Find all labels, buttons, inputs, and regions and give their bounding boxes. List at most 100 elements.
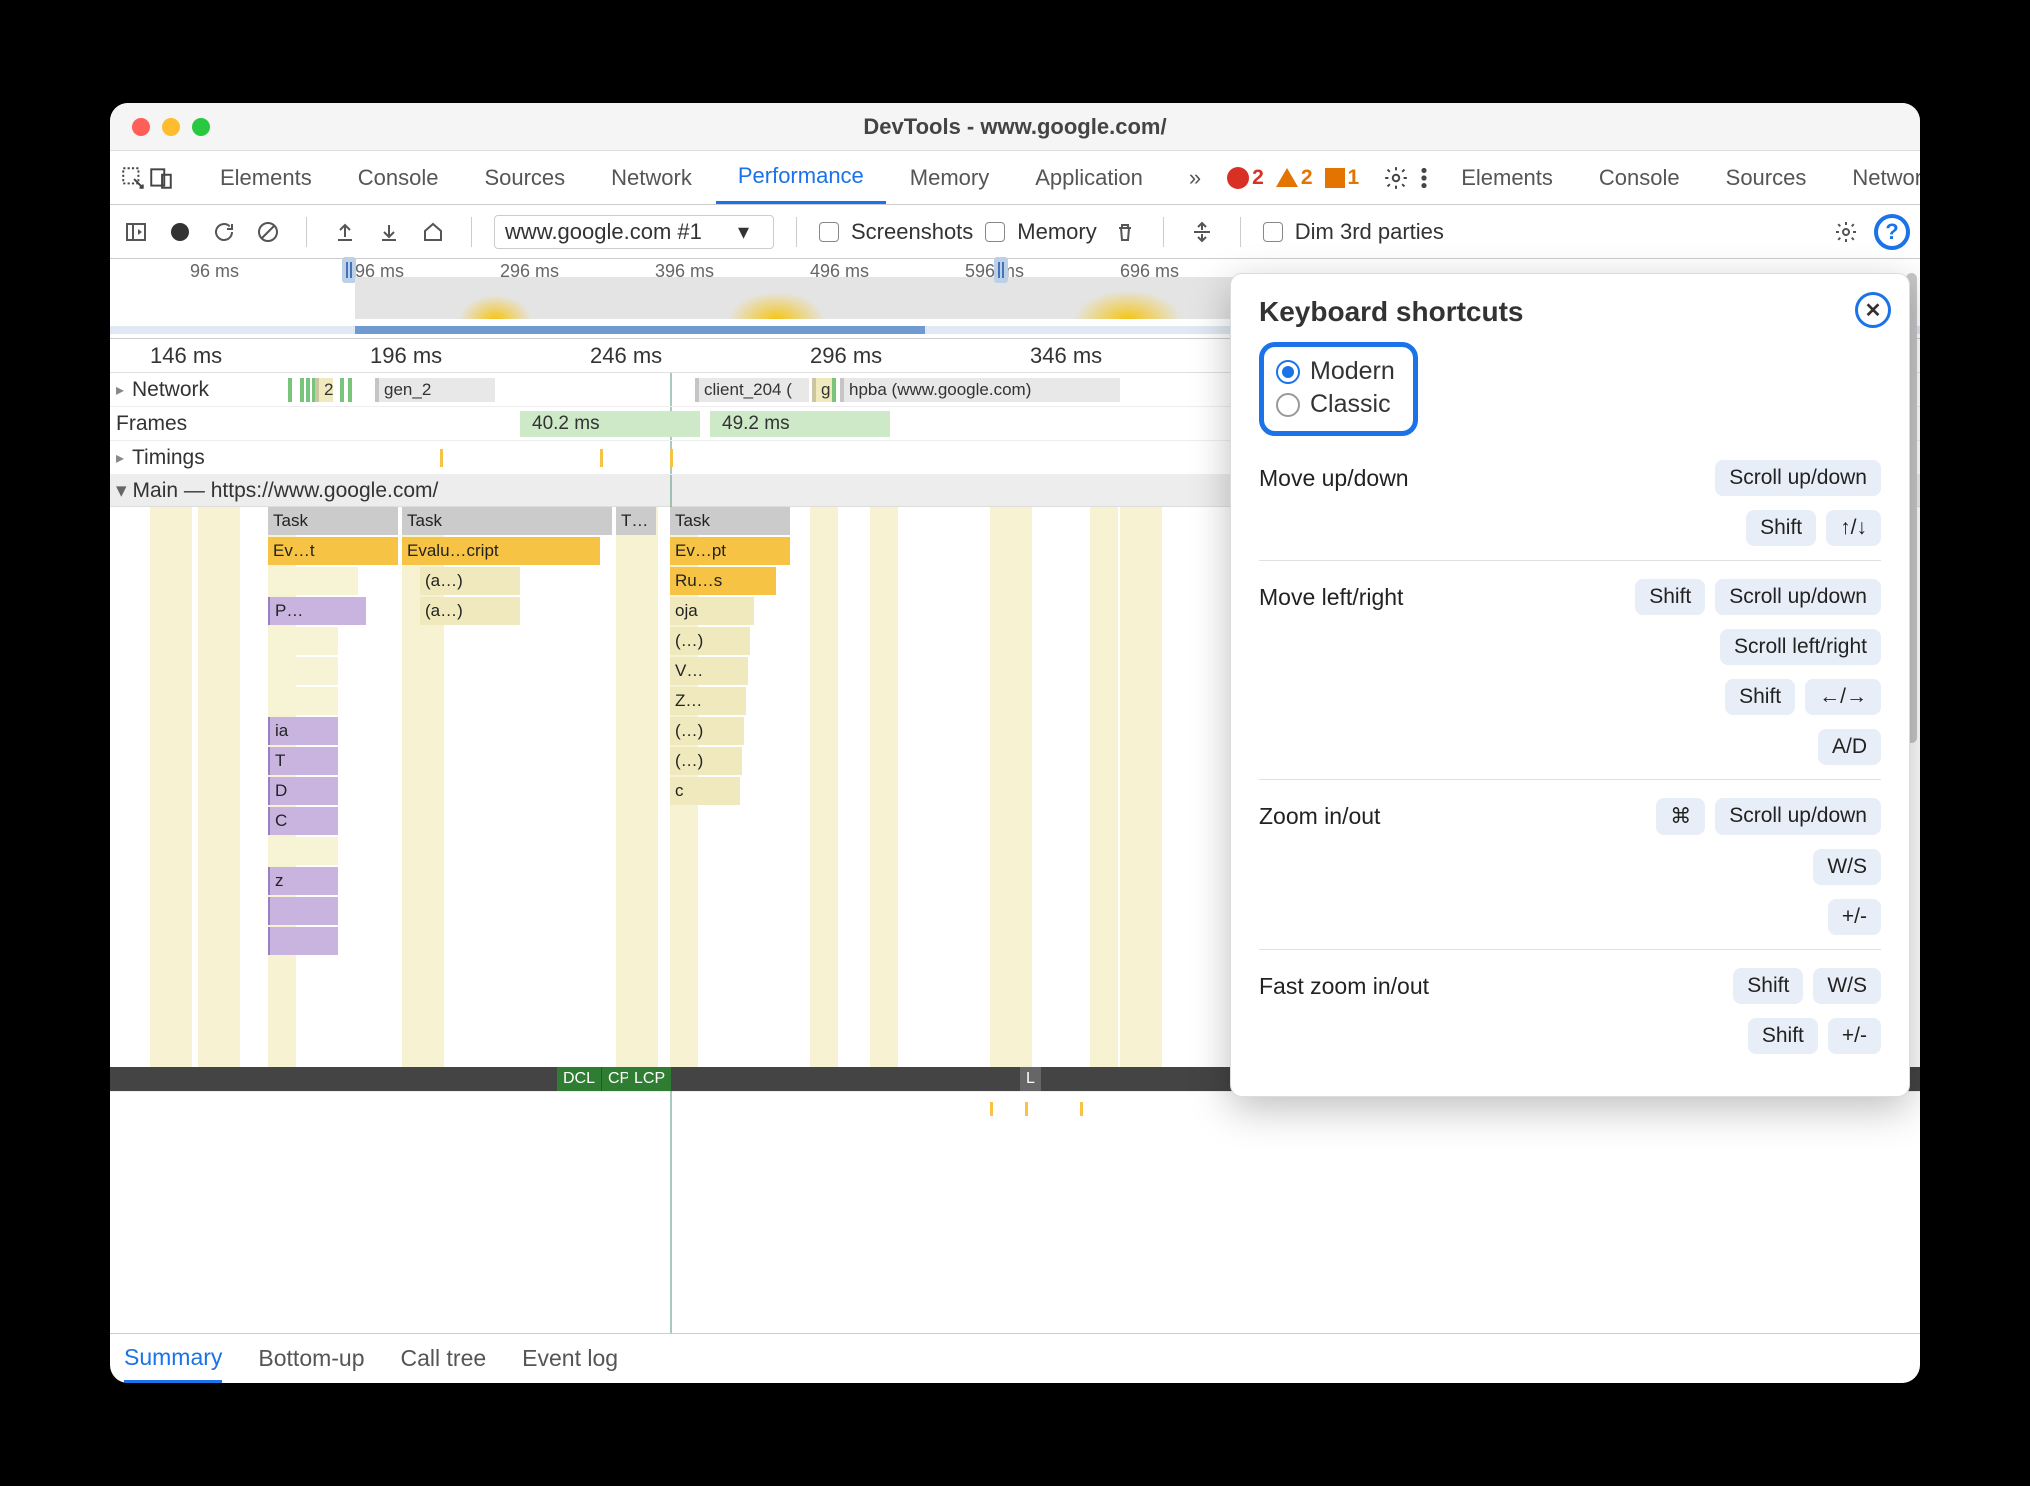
shortcuts-help-button[interactable]: ? [1874,214,1910,250]
network-request[interactable]: client_204 ( [695,378,809,402]
dim-3rd-parties-checkbox[interactable] [1263,222,1283,242]
tab-console[interactable]: Console [336,151,461,204]
flame-block[interactable]: Ev…pt [670,537,790,565]
settings-icon[interactable] [1383,159,1409,197]
ruler-timestamp: 146 ms [150,343,222,369]
shortcuts-mode-label: Classic [1310,390,1391,419]
gc-icon[interactable] [1109,216,1141,248]
tab-elements[interactable]: Elements [1439,151,1575,204]
timing-marker[interactable]: L [1020,1067,1041,1091]
overview-timestamp: 96 ms [190,261,239,282]
collapse-arrow-icon[interactable]: ▾ [116,478,127,503]
divider [1163,217,1164,247]
flame-block[interactable]: Ev…t [268,537,398,565]
kebab-menu-icon[interactable] [1411,159,1437,197]
network-request[interactable]: 2 [315,378,333,402]
flame-block[interactable]: (…) [670,627,750,655]
shortcut-key: Shift [1733,968,1803,1004]
network-request[interactable]: hpba (www.google.com) [840,378,1120,402]
flame-block[interactable]: z [268,867,338,895]
details-tab-summary[interactable]: Summary [124,1334,222,1383]
frame-block[interactable]: 40.2 ms [520,411,700,437]
flame-block[interactable] [268,567,358,595]
reload-record-icon[interactable] [208,216,240,248]
flame-block[interactable]: (a…) [420,597,520,625]
home-icon[interactable] [417,216,449,248]
frame-block[interactable]: 49.2 ms [710,411,890,437]
network-request[interactable]: gen_2 [375,378,495,402]
close-icon[interactable]: ✕ [1855,292,1891,328]
network-request[interactable]: g [812,378,832,402]
tab-application[interactable]: Application [1013,151,1165,204]
tab-sources[interactable]: Sources [462,151,587,204]
download-icon[interactable] [373,216,405,248]
issues-badge[interactable]: 1 [1325,166,1360,190]
flame-block[interactable]: Task [402,507,612,535]
shortcut-key: Shift [1748,1018,1818,1054]
tab-performance[interactable]: Performance [716,151,886,204]
shortcut-key: Shift [1725,679,1795,715]
flame-block[interactable]: Evalu…cript [402,537,600,565]
inspect-element-icon[interactable] [120,159,146,197]
errors-badge[interactable]: 2 [1227,166,1264,190]
flame-block[interactable]: c [670,777,740,805]
flame-block[interactable]: (…) [670,747,742,775]
dropdown-caret-icon: ▾ [738,219,749,245]
flame-block[interactable]: Z… [670,687,746,715]
radio-icon [1276,393,1300,417]
flame-block[interactable]: D [268,777,338,805]
window-title: DevTools - www.google.com/ [110,114,1920,140]
shortcuts-mode-option[interactable]: Classic [1276,388,1395,421]
flame-block[interactable]: C [268,807,338,835]
overview-handle-right[interactable] [994,257,1008,283]
flame-block[interactable] [268,657,338,685]
overview-handle-left[interactable] [342,257,356,283]
details-tab-bottom-up[interactable]: Bottom-up [258,1345,364,1372]
flame-block[interactable] [268,837,338,865]
flame-block[interactable] [268,897,338,925]
tab-network[interactable]: Network [589,151,714,204]
timing-marker[interactable]: DCL [557,1067,601,1091]
flame-block[interactable]: T [268,747,338,775]
flame-block[interactable]: P… [268,597,366,625]
tab-network[interactable]: Network [1830,151,1920,204]
timing-marker[interactable]: LCP [628,1067,671,1091]
expand-arrow-icon[interactable]: ▸ [116,448,128,468]
tab-memory[interactable]: Memory [888,151,1011,204]
tab-elements[interactable]: Elements [198,151,334,204]
collapse-icon[interactable] [1186,216,1218,248]
flame-block[interactable]: Task [670,507,790,535]
radio-icon [1276,360,1300,384]
panel-settings-icon[interactable] [1830,216,1862,248]
recording-selector[interactable]: www.google.com #1 ▾ [494,215,774,249]
memory-checkbox[interactable] [985,222,1005,242]
warnings-badge[interactable]: 2 [1276,166,1313,190]
upload-icon[interactable] [329,216,361,248]
shortcut-row: Zoom in/out⌘Scroll up/downW/S+/- [1259,779,1881,935]
details-tab-event log[interactable]: Event log [522,1345,618,1372]
tab-console[interactable]: Console [1577,151,1702,204]
flame-block[interactable] [268,627,338,655]
flame-block[interactable]: T… [616,507,656,535]
flame-block[interactable]: (…) [670,717,744,745]
details-tab-call tree[interactable]: Call tree [401,1345,487,1372]
flame-block[interactable] [268,927,338,955]
flame-block[interactable]: (a…) [420,567,520,595]
dim-3rd-parties-label: Dim 3rd parties [1295,219,1444,245]
clear-icon[interactable] [252,216,284,248]
flame-block[interactable] [268,687,338,715]
tabs-overflow-button[interactable]: » [1167,151,1223,204]
flame-block[interactable]: oja [670,597,754,625]
record-button[interactable] [164,216,196,248]
flame-block[interactable]: Ru…s [670,567,776,595]
screenshots-checkbox[interactable] [819,222,839,242]
expand-arrow-icon[interactable]: ▸ [116,380,128,400]
flame-block[interactable]: V… [670,657,748,685]
flame-block[interactable]: ia [268,717,338,745]
shortcut-row: Fast zoom in/outShiftW/SShift+/- [1259,949,1881,1054]
shortcuts-mode-option[interactable]: Modern [1276,355,1395,388]
toggle-drawer-icon[interactable] [120,216,152,248]
device-toolbar-icon[interactable] [148,159,174,197]
tab-sources[interactable]: Sources [1704,151,1829,204]
flame-block[interactable]: Task [268,507,398,535]
